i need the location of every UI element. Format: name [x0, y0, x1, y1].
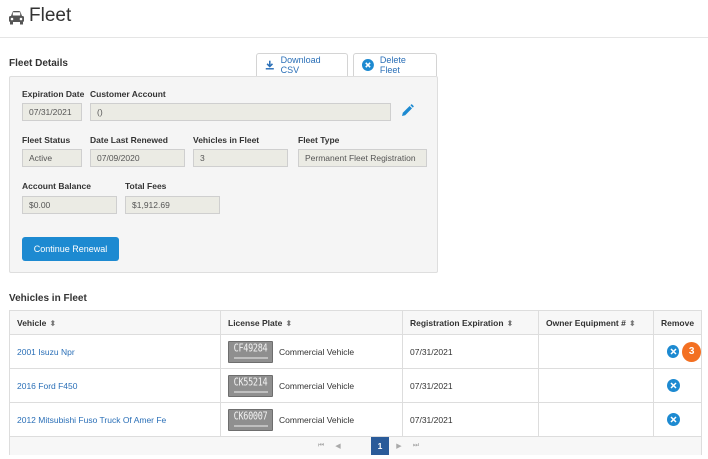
- remove-vehicle-button[interactable]: [667, 413, 680, 426]
- close-icon: [670, 416, 677, 423]
- registration-expiration: 07/31/2021: [410, 380, 453, 391]
- license-plate-image: CK60007: [228, 408, 273, 431]
- vehicle-link[interactable]: 2016 Ford F450: [17, 381, 77, 391]
- page-header: Fleet: [0, 0, 708, 38]
- fleet-type-label: Fleet Type: [298, 135, 340, 145]
- vehicles-in-fleet-title: Vehicles in Fleet: [9, 293, 87, 304]
- plate-type: Commercial Vehicle: [279, 380, 355, 391]
- close-icon: [670, 348, 677, 355]
- plate-type: Commercial Vehicle: [279, 414, 355, 425]
- registration-expiration: 07/31/2021: [410, 346, 453, 357]
- customer-account-field: (): [90, 103, 391, 121]
- license-plate-image: CK55214: [228, 374, 273, 397]
- delete-fleet-button[interactable]: Delete Fleet: [353, 53, 437, 76]
- pager: ⏮ ◀ 1 ▶ ⏭: [10, 437, 701, 455]
- vehicles-in-fleet-field: 3: [193, 149, 288, 167]
- close-icon: [670, 382, 677, 389]
- table-row: 2016 Ford F450 CK55214 Commercial Vehicl…: [10, 369, 701, 403]
- total-fees-field: $1,912.69: [125, 196, 220, 214]
- column-header-license-plate[interactable]: License Plate ⬍: [221, 311, 403, 335]
- last-page-icon[interactable]: ⏭: [410, 440, 422, 452]
- car-icon: [9, 11, 24, 25]
- fleet-details-title: Fleet Details: [9, 58, 68, 69]
- page-title: Fleet: [29, 5, 72, 26]
- remove-vehicle-button[interactable]: [667, 379, 680, 392]
- download-csv-button[interactable]: Download CSV: [256, 53, 348, 76]
- download-icon: [265, 60, 274, 70]
- continue-renewal-button[interactable]: Continue Renewal: [22, 237, 119, 261]
- vehicles-grid: Vehicle ⬍ License Plate ⬍ Registration Exp…: [9, 310, 702, 455]
- vehicle-link[interactable]: 2012 Mitsubishi Fuso Truck Of Amer Fe: [17, 415, 166, 425]
- vehicles-in-fleet-label: Vehicles in Fleet: [193, 135, 260, 145]
- download-csv-label: Download CSV: [280, 55, 321, 75]
- fleet-type-field: Permanent Fleet Registration: [298, 149, 427, 167]
- plate-type: Commercial Vehicle: [279, 346, 355, 357]
- total-fees-label: Total Fees: [125, 181, 167, 191]
- current-page-button[interactable]: 1: [371, 437, 389, 455]
- account-balance-field: $0.00: [22, 196, 117, 214]
- sort-icon: ⬍: [628, 319, 636, 328]
- fleet-status-label: Fleet Status: [22, 135, 71, 145]
- column-header-vehicle[interactable]: Vehicle ⬍: [10, 311, 221, 335]
- sort-icon: ⬍: [49, 319, 57, 328]
- step-badge: 3: [682, 341, 701, 362]
- date-last-renewed-label: Date Last Renewed: [90, 135, 168, 145]
- customer-account-label: Customer Account: [90, 89, 166, 99]
- expiration-date-label: Expiration Date: [22, 89, 85, 99]
- table-row: 2001 Isuzu Npr CF49284 Commercial Vehicl…: [10, 335, 701, 369]
- vehicle-link[interactable]: 2001 Isuzu Npr: [17, 347, 75, 357]
- column-header-owner-equipment[interactable]: Owner Equipment # ⬍: [539, 311, 654, 335]
- registration-expiration: 07/31/2021: [410, 414, 453, 425]
- sort-icon: ⬍: [506, 319, 514, 328]
- account-balance-label: Account Balance: [22, 181, 91, 191]
- sort-icon: ⬍: [285, 319, 293, 328]
- fleet-status-field: Active: [22, 149, 82, 167]
- prev-page-icon[interactable]: ◀: [332, 440, 344, 452]
- first-page-icon[interactable]: ⏮: [315, 440, 327, 452]
- column-header-registration-expiration[interactable]: Registration Expiration ⬍: [403, 311, 539, 335]
- license-plate-image: CF49284: [228, 340, 273, 363]
- grid-header: Vehicle ⬍ License Plate ⬍ Registration Exp…: [10, 311, 701, 335]
- next-page-icon[interactable]: ▶: [393, 440, 405, 452]
- close-circle-icon: [362, 59, 374, 71]
- date-last-renewed-field: 07/09/2020: [90, 149, 185, 167]
- remove-vehicle-button[interactable]: [667, 345, 680, 358]
- delete-fleet-label: Delete Fleet: [379, 55, 406, 75]
- pencil-icon[interactable]: [400, 104, 414, 118]
- column-header-remove: Remove: [661, 318, 695, 328]
- table-row: 2012 Mitsubishi Fuso Truck Of Amer Fe CK…: [10, 403, 701, 437]
- expiration-date-field: 07/31/2021: [22, 103, 82, 121]
